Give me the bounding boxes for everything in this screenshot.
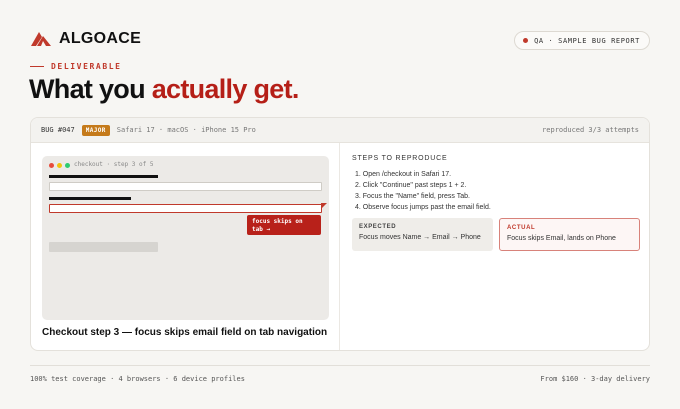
- headline-accent: actually get.: [151, 74, 300, 104]
- page-title: What you actually get.: [29, 74, 299, 105]
- eyebrow-dash: [30, 65, 44, 68]
- flag-marker-icon: [321, 203, 327, 209]
- email-field-label: [49, 197, 131, 200]
- red-dot-icon: [523, 38, 529, 43]
- eyebrow: DELIVERABLE: [30, 62, 122, 71]
- bug-report-card: BUG #047 MAJOR Safari 17 · macOS · iPhon…: [30, 117, 650, 351]
- environment-label: Safari 17 · macOS · iPhone 15 Pro: [116, 126, 256, 134]
- step-item: 1. Open /checkout in Safari 17.: [355, 171, 452, 178]
- phone-field-placeholder: [49, 242, 158, 252]
- footer-stats: 100% test coverage · 4 browsers · 6 devi…: [30, 375, 245, 383]
- actual-label: ACTUAL: [507, 225, 536, 231]
- algoace-logo-icon: [31, 32, 51, 46]
- steps-list: 1. Open /checkout in Safari 17. 2. Click…: [355, 169, 491, 213]
- name-field-label: [49, 175, 158, 178]
- actual-box: ACTUAL Focus skips Email, lands on Phone: [499, 218, 640, 251]
- severity-badge: MAJOR: [81, 124, 110, 136]
- card-header: BUG #047 MAJOR Safari 17 · macOS · iPhon…: [31, 118, 649, 143]
- window-controls: [49, 163, 70, 168]
- actual-value: Focus skips Email, lands on Phone: [507, 235, 616, 242]
- name-field: [49, 182, 322, 191]
- expected-value: Focus moves Name → Email → Phone: [359, 234, 481, 241]
- step-item: 2. Click "Continue" past steps 1 + 2.: [355, 182, 467, 189]
- bug-id: BUG #047: [41, 126, 75, 134]
- evidence-caption: Checkout step 3 — focus skips email fiel…: [42, 327, 328, 338]
- footer: 100% test coverage · 4 browsers · 6 devi…: [30, 365, 650, 383]
- close-dot-icon: [49, 163, 54, 168]
- brand-name: ALGOACE: [59, 30, 142, 47]
- minimize-dot-icon: [57, 163, 62, 168]
- eyebrow-label: DELIVERABLE: [51, 62, 122, 71]
- steps-heading: STEPS TO REPRODUCE: [352, 155, 448, 162]
- expected-label: EXPECTED: [359, 224, 397, 230]
- email-field-highlighted: [49, 204, 322, 213]
- headline-prefix: What you: [29, 74, 152, 104]
- step-item: 3. Focus the "Name" field, press Tab.: [355, 193, 470, 200]
- step-item: 4. Observe focus jumps past the email fi…: [355, 204, 491, 211]
- report-pill: QA · SAMPLE BUG REPORT: [514, 31, 650, 50]
- evidence-panel: checkout · step 3 of 5 focus skips on ta…: [31, 143, 340, 350]
- expected-box: EXPECTED Focus moves Name → Email → Phon…: [352, 218, 493, 251]
- report-pill-label: QA · SAMPLE BUG REPORT: [534, 36, 640, 45]
- bug-tooltip: focus skips on tab →: [247, 215, 321, 235]
- brand-logo: ALGOACE: [30, 30, 141, 48]
- checkout-mockup: checkout · step 3 of 5 focus skips on ta…: [42, 156, 329, 320]
- details-panel: STEPS TO REPRODUCE 1. Open /checkout in …: [341, 143, 649, 350]
- footer-pricing: From $160 · 3-day delivery: [540, 375, 650, 383]
- mockup-window-title: checkout · step 3 of 5: [74, 161, 154, 168]
- zoom-dot-icon: [65, 163, 70, 168]
- reproduced-label: reproduced 3/3 attempts: [542, 126, 639, 134]
